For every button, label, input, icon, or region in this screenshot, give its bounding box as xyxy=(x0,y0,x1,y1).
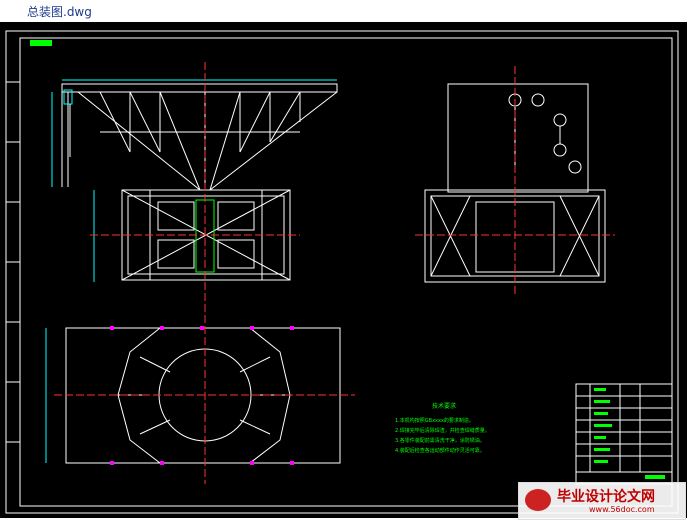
note-line: 4.装配后检查各运动部件动作灵活可靠。 xyxy=(395,447,485,454)
technical-notes: 技术要求 1.本机构按照GBxxxx的要求制造。 2.焊接完毕后清除焊渣，并检查… xyxy=(395,402,490,454)
truss-elevation-view xyxy=(61,83,338,191)
window-title: 总装图.dwg xyxy=(27,5,92,19)
frame-tag xyxy=(30,40,52,46)
watermark-logo-icon xyxy=(525,489,551,511)
cad-drawing: 技术要求 1.本机构按照GBxxxx的要求制造。 2.焊接完毕后清除焊渣，并检查… xyxy=(5,30,679,514)
notes-title: 技术要求 xyxy=(432,402,456,410)
centerlines-right xyxy=(415,66,615,297)
drawing-frame xyxy=(5,30,679,514)
note-line: 2.焊接完毕后清除焊渣，并检查焊缝质量。 xyxy=(395,427,490,434)
note-line: 3.各零件装配前需清洗干净，涂防锈油。 xyxy=(395,437,485,444)
window-title-bar: 总装图.dwg xyxy=(0,0,687,23)
title-block-fill xyxy=(594,388,665,479)
note-line: 1.本机构按照GBxxxx的要求制造。 xyxy=(395,417,474,424)
centerlines-plan xyxy=(54,304,355,484)
drawing-canvas[interactable]: 技术要求 1.本机构按照GBxxxx的要求制造。 2.焊接完毕后清除焊渣，并检查… xyxy=(0,22,687,520)
watermark: 毕业设计论文网 www.56doc.com xyxy=(518,482,686,520)
side-elevation-view xyxy=(447,83,589,193)
watermark-url: www.56doc.com xyxy=(589,505,655,514)
watermark-text: 毕业设计论文网 xyxy=(557,489,655,505)
title-block xyxy=(575,383,673,485)
